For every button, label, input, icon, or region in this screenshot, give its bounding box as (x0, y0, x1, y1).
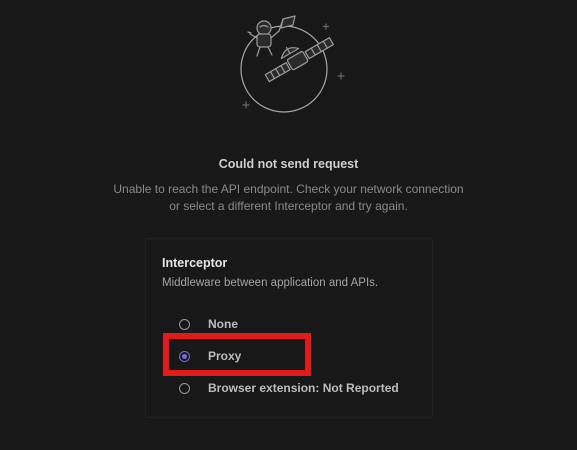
option-label-proxy: Proxy (208, 349, 242, 363)
radio-checked-dot (182, 353, 187, 359)
error-message-line-2: or select a different Interceptor and tr… (169, 199, 408, 213)
interceptor-option-proxy[interactable]: Proxy (179, 347, 241, 365)
radio-browser-extension[interactable] (179, 382, 190, 394)
option-label-none: None (208, 317, 238, 331)
interceptor-card: Interceptor Middleware between applicati… (145, 238, 433, 418)
error-message-line-1: Unable to reach the API endpoint. Check … (113, 182, 464, 196)
interceptor-subtitle: Middleware between application and APIs. (162, 277, 379, 289)
radio-none[interactable] (179, 318, 190, 330)
error-message: Unable to reach the API endpoint. Check … (90, 181, 487, 215)
interceptor-title: Interceptor (162, 256, 228, 270)
request-error-page: Could not send request Unable to reach t… (0, 0, 577, 450)
interceptor-option-browser-extension[interactable]: Browser extension: Not Reported (179, 379, 399, 397)
error-title: Could not send request (218, 157, 359, 171)
interceptor-option-none[interactable]: None (179, 315, 238, 333)
astronaut-satellite-illustration-icon (240, 15, 345, 113)
option-label-browser-extension: Browser extension: Not Reported (208, 381, 399, 395)
radio-proxy[interactable] (179, 350, 190, 362)
